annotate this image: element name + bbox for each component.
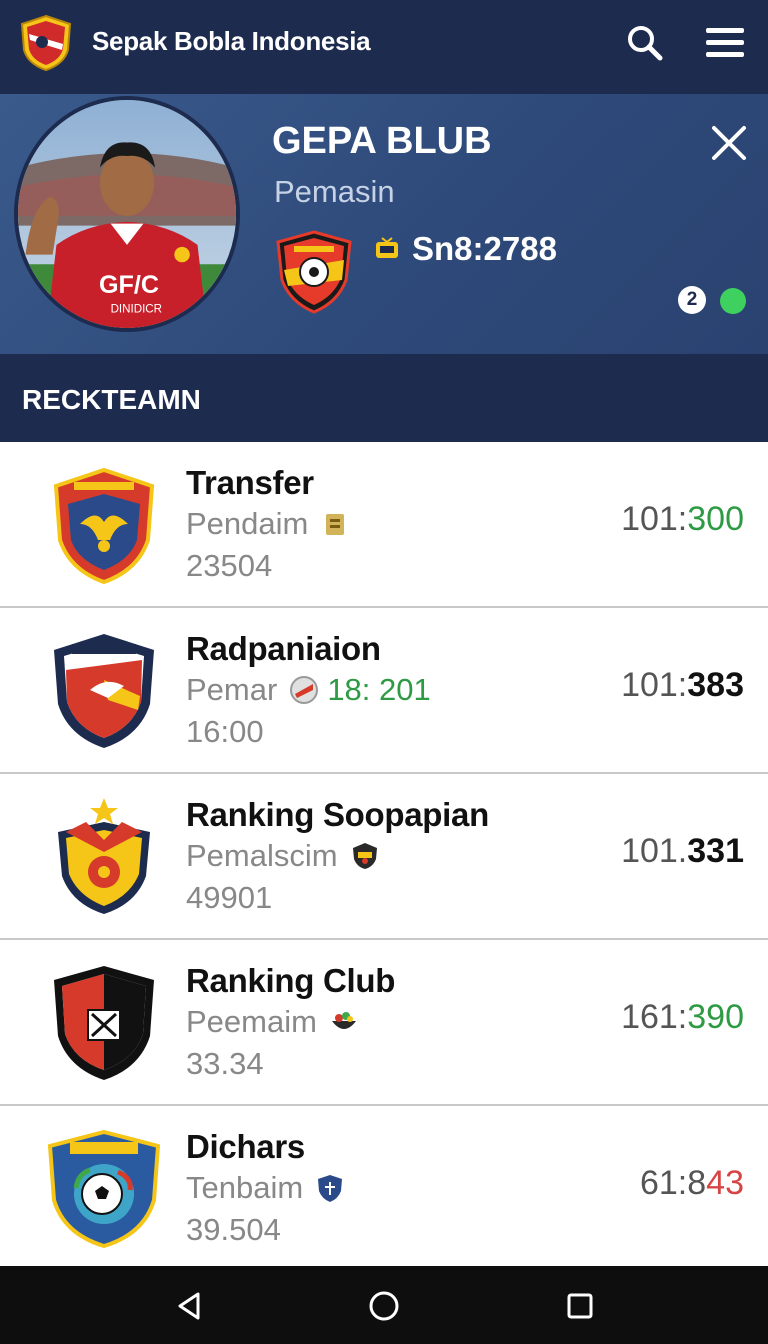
- row-subtitle: Peemaim: [186, 1004, 359, 1040]
- row-value: 101.331: [621, 832, 744, 871]
- club-badge-icon: [276, 230, 352, 314]
- shield-logo-icon[interactable]: [18, 14, 74, 72]
- row-subtitle-text: Pemalscim: [186, 838, 338, 873]
- row-title: Radpaniaion: [186, 630, 381, 667]
- row-meta: 16:00: [186, 714, 264, 749]
- jersey-sub: DINIDICR: [111, 304, 162, 316]
- club-score: Sn8:2788: [412, 230, 557, 267]
- row-title: Transfer: [186, 464, 314, 501]
- row-title: Ranking Club: [186, 962, 396, 999]
- fruit-bowl-icon: [331, 1012, 356, 1029]
- black-red-crest-icon: [54, 966, 154, 1080]
- row-subtitle-text: Peemaim: [186, 1004, 317, 1039]
- row-value: 61:843: [640, 1164, 744, 1203]
- ranking-list: Transfer Pendaim 23504 101:300 Radpaniai…: [0, 442, 768, 1266]
- list-item[interactable]: Radpaniaion Pemar 18: 201 16:00 101:383: [0, 608, 768, 774]
- section-header: RECKTEAMN: [0, 354, 768, 442]
- row-meta: 23504: [186, 548, 273, 583]
- row-value: 101:300: [621, 500, 744, 539]
- row-subtitle: Pemalscim: [186, 838, 380, 874]
- app-bar: Sepak Bobla Indonesia: [0, 0, 768, 94]
- row-value-suffix: 390: [687, 998, 744, 1036]
- recents-icon[interactable]: [562, 1288, 598, 1324]
- row-value-prefix: 101.: [621, 832, 688, 870]
- system-nav-bar: [0, 1266, 768, 1344]
- row-subtitle-text: Pendaim: [186, 506, 309, 541]
- menu-icon[interactable]: [700, 18, 750, 68]
- player-avatar[interactable]: GF/C DINIDICR: [14, 96, 240, 332]
- bird-crest-icon: [54, 634, 154, 748]
- row-value-suffix: 43: [706, 1164, 744, 1202]
- badge-icon: [352, 843, 377, 869]
- row-value: 101:383: [621, 666, 744, 705]
- list-item[interactable]: Dichars Tenbaim 39.504 61:843: [0, 1106, 768, 1272]
- row-title: Ranking Soopapian: [186, 796, 489, 833]
- row-meta: 49901: [186, 880, 273, 915]
- club-name: GEPA BLUB: [272, 120, 492, 162]
- back-icon[interactable]: [172, 1288, 208, 1324]
- row-subtitle: Pendaim: [186, 506, 350, 542]
- row-meta: 33.34: [186, 1046, 264, 1081]
- row-value-suffix: 383: [687, 666, 744, 704]
- row-subtitle-text: Pemar: [186, 672, 278, 707]
- row-value-suffix: 300: [687, 500, 744, 538]
- notification-badge[interactable]: 2: [678, 286, 706, 314]
- list-item[interactable]: Ranking Club Peemaim 33.34 161:390: [0, 940, 768, 1106]
- row-subtitle: Pemar 18: 201: [186, 672, 431, 708]
- club-subtitle: Pemasin: [274, 174, 395, 209]
- row-value-prefix: 101:: [621, 666, 688, 704]
- eagle-crest-icon: [53, 467, 155, 585]
- ball-crest-icon: [47, 1129, 161, 1249]
- row-subtitle-text: Tenbaim: [186, 1170, 304, 1205]
- vs-badge-icon: [290, 676, 319, 704]
- trophy-icon: [376, 237, 398, 258]
- section-title: RECKTEAMN: [22, 384, 201, 415]
- online-status-dot: [720, 288, 746, 314]
- star-crest-icon: [58, 798, 150, 914]
- row-value-prefix: 161:: [621, 998, 688, 1036]
- row-value: 161:390: [621, 998, 744, 1037]
- row-title: Dichars: [186, 1128, 305, 1165]
- row-meta: 39.504: [186, 1212, 281, 1247]
- row-value-prefix: 101:: [621, 500, 688, 538]
- row-subtitle-extra: 18: 201: [327, 672, 431, 707]
- row-subtitle: Tenbaim: [186, 1170, 345, 1206]
- list-item[interactable]: Transfer Pendaim 23504 101:300: [0, 442, 768, 608]
- row-value-suffix: 331: [687, 832, 744, 870]
- row-value-prefix: 61:8: [639, 1164, 707, 1202]
- profile-card: GF/C DINIDICR GEPA BLUB Pemasin Sn8:2788…: [0, 94, 768, 354]
- document-icon: [326, 514, 345, 535]
- home-icon[interactable]: [366, 1288, 402, 1324]
- shield-icon: [318, 1175, 343, 1202]
- app-title: Sepak Bobla Indonesia: [92, 26, 371, 56]
- search-icon[interactable]: [620, 18, 670, 68]
- list-item[interactable]: Ranking Soopapian Pemalscim 49901 101.33…: [0, 774, 768, 940]
- jersey-text: GF/C: [99, 271, 159, 299]
- close-icon[interactable]: [706, 120, 752, 166]
